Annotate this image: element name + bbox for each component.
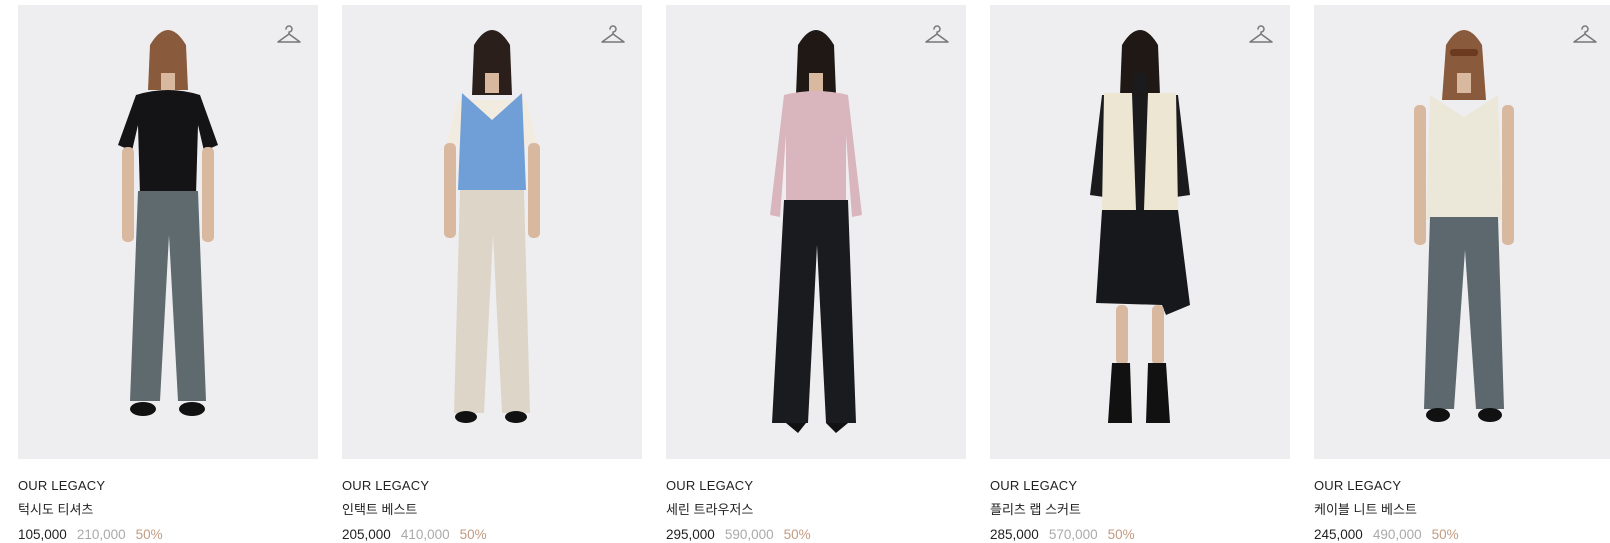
original-price: 590,000 (724, 527, 774, 542)
sale-price: 295,000 (666, 527, 715, 542)
product-image[interactable] (342, 5, 642, 459)
product-image[interactable] (990, 5, 1290, 459)
product-prices: 105,000 210,000 50% (18, 526, 318, 543)
product-name[interactable]: 플리츠 랩 스커트 (990, 502, 1290, 518)
product-name[interactable]: 세린 트라우저스 (666, 502, 966, 518)
hanger-icon[interactable] (276, 23, 302, 45)
product-name[interactable]: 케이블 니트 베스트 (1314, 502, 1610, 518)
product-name[interactable]: 턱시도 티셔츠 (18, 502, 318, 518)
sale-price: 105,000 (18, 527, 67, 542)
model-photo (444, 30, 540, 423)
product-image[interactable] (18, 5, 318, 459)
sale-price: 245,000 (1314, 527, 1363, 542)
product-prices: 295,000 590,000 50% (666, 526, 966, 543)
product-grid: OUR LEGACY 턱시도 티셔츠 105,000 210,000 50% O… (18, 5, 1610, 543)
product-brand[interactable]: OUR LEGACY (18, 478, 318, 494)
hanger-icon[interactable] (1248, 23, 1274, 45)
original-price: 410,000 (400, 527, 450, 542)
hanger-icon[interactable] (924, 23, 950, 45)
discount-rate: 50% (135, 527, 163, 542)
product-brand[interactable]: OUR LEGACY (342, 478, 642, 494)
product-card[interactable]: OUR LEGACY 인택트 베스트 205,000 410,000 50% (342, 5, 642, 543)
model-photo (1414, 30, 1514, 422)
product-prices: 285,000 570,000 50% (990, 526, 1290, 543)
discount-rate: 50% (1107, 527, 1135, 542)
product-card[interactable]: OUR LEGACY 세린 트라우저스 295,000 590,000 50% (666, 5, 966, 543)
hanger-icon[interactable] (1572, 23, 1598, 45)
original-price: 490,000 (1372, 527, 1422, 542)
discount-rate: 50% (783, 527, 811, 542)
model-photo (1090, 30, 1190, 423)
original-price: 210,000 (76, 527, 126, 542)
product-image[interactable] (666, 5, 966, 459)
product-prices: 205,000 410,000 50% (342, 526, 642, 543)
product-name[interactable]: 인택트 베스트 (342, 502, 642, 518)
discount-rate: 50% (459, 527, 487, 542)
product-prices: 245,000 490,000 50% (1314, 526, 1610, 543)
sale-price: 285,000 (990, 527, 1039, 542)
product-brand[interactable]: OUR LEGACY (1314, 478, 1610, 494)
model-photo (770, 30, 862, 433)
product-card[interactable]: OUR LEGACY 턱시도 티셔츠 105,000 210,000 50% (18, 5, 318, 543)
sale-price: 205,000 (342, 527, 391, 542)
product-brand[interactable]: OUR LEGACY (990, 478, 1290, 494)
product-image[interactable] (1314, 5, 1610, 459)
product-brand[interactable]: OUR LEGACY (666, 478, 966, 494)
discount-rate: 50% (1431, 527, 1459, 542)
product-card[interactable]: OUR LEGACY 플리츠 랩 스커트 285,000 570,000 50% (990, 5, 1290, 543)
original-price: 570,000 (1048, 527, 1098, 542)
model-photo (118, 30, 218, 416)
product-card[interactable]: OUR LEGACY 케이블 니트 베스트 245,000 490,000 50% (1314, 5, 1610, 543)
hanger-icon[interactable] (600, 23, 626, 45)
